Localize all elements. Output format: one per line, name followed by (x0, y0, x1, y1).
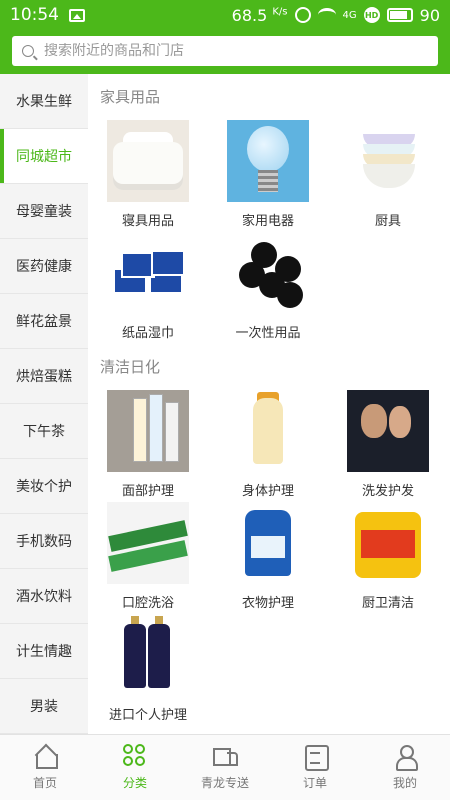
sidebar-item-afternoon-tea[interactable]: 下午茶 (0, 404, 88, 459)
sidebar-item-medicine[interactable]: 医药健康 (0, 239, 88, 294)
trash-bag-image (227, 232, 309, 314)
battery-icon (386, 8, 413, 22)
imported-shampoo-image (107, 614, 189, 696)
section-title: 清洁日化 (100, 358, 161, 376)
status-time: 10:54 (10, 5, 59, 25)
order-icon (303, 744, 329, 771)
category-item-hair-care[interactable]: 洗发护发 (328, 390, 448, 502)
category-item-kitchen-bath-clean[interactable]: 厨卫清洁 (328, 502, 448, 614)
category-content: 家具用品 寝具用品 家用电器 厨具 纸品湿巾 一次性用品 清洁日化 面部护理 身… (88, 74, 450, 734)
section-title: 家具用品 (100, 88, 161, 106)
sidebar-item-bakery[interactable]: 烘焙蛋糕 (0, 349, 88, 404)
tab-home[interactable]: 首页 (0, 735, 90, 800)
hd-icon: HD (363, 7, 380, 23)
sidebar-item-beauty[interactable]: 美妆个护 (0, 459, 88, 514)
tab-category[interactable]: 分类 (90, 735, 180, 800)
shampoo-ad-image (347, 390, 429, 472)
battery-percent: 90 (419, 5, 440, 25)
gallery-icon (69, 8, 85, 22)
wifi-icon (317, 8, 336, 22)
sidebar-item-supermarket[interactable]: 同城超市 (0, 129, 88, 184)
search-icon (22, 45, 34, 57)
status-right: 68.5 K/s 4G HD 90 (232, 6, 440, 25)
category-sidebar: 水果生鲜 同城超市 母婴童装 医药健康 鲜花盆景 烘焙蛋糕 下午茶 美妆个护 手… (0, 74, 88, 734)
category-item-imported-care[interactable]: 进口个人护理 (88, 614, 208, 726)
tab-me[interactable]: 我的 (360, 735, 450, 800)
facial-cleanser-image (107, 390, 189, 472)
tab-orders[interactable]: 订单 (270, 735, 360, 800)
category-item-tissues[interactable]: 纸品湿巾 (88, 232, 208, 344)
sidebar-item-digital[interactable]: 手机数码 (0, 514, 88, 569)
search-input[interactable] (44, 43, 438, 59)
laundry-detergent-image (227, 502, 309, 584)
sidebar-item-flowers[interactable]: 鲜花盆景 (0, 294, 88, 349)
bottom-tab-bar: 首页 分类 青龙专送 订单 我的 (0, 734, 450, 800)
category-item-appliances[interactable]: 家用电器 (208, 120, 328, 232)
category-item-laundry[interactable]: 衣物护理 (208, 502, 328, 614)
category-item-face-care[interactable]: 面部护理 (88, 390, 208, 502)
light-bulb-image (227, 120, 309, 202)
kitchen-cleaner-image (347, 502, 429, 584)
sidebar-item-drinks[interactable]: 酒水饮料 (0, 569, 88, 624)
category-item-disposables[interactable]: 一次性用品 (208, 232, 328, 344)
sidebar-item-menswear[interactable]: 男装 (0, 679, 88, 734)
search-box[interactable] (12, 36, 438, 66)
bedding-image (107, 120, 189, 202)
body-lotion-image (227, 390, 309, 472)
category-item-body-care[interactable]: 身体护理 (208, 390, 328, 502)
toothpaste-image (107, 502, 189, 584)
tissue-box-image (107, 232, 189, 314)
category-item-oral-bath[interactable]: 口腔洗浴 (88, 502, 208, 614)
category-item-kitchenware[interactable]: 厨具 (328, 120, 448, 232)
network-type: 4G (342, 9, 357, 21)
sidebar-item-baby[interactable]: 母婴童装 (0, 184, 88, 239)
bowls-image (347, 120, 429, 202)
category-item-bedding[interactable]: 寝具用品 (88, 120, 208, 232)
alarm-icon (294, 7, 311, 23)
tab-delivery[interactable]: 青龙专送 (180, 735, 270, 800)
home-icon (33, 744, 58, 769)
category-icon (123, 744, 147, 768)
user-icon (393, 744, 418, 771)
search-header (0, 30, 450, 74)
truck-icon (213, 744, 238, 768)
network-speed: 68.5 K/s (231, 5, 288, 25)
sidebar-item-fruit[interactable]: 水果生鲜 (0, 74, 88, 129)
product-grid: 面部护理 身体护理 洗发护发 口腔洗浴 衣物护理 厨卫清洁 进口个人护理 (88, 390, 450, 726)
sidebar-item-adult[interactable]: 计生情趣 (0, 624, 88, 679)
product-grid: 寝具用品 家用电器 厨具 纸品湿巾 一次性用品 (88, 120, 450, 344)
status-bar: 10:54 68.5 K/s 4G HD 90 (0, 0, 450, 30)
